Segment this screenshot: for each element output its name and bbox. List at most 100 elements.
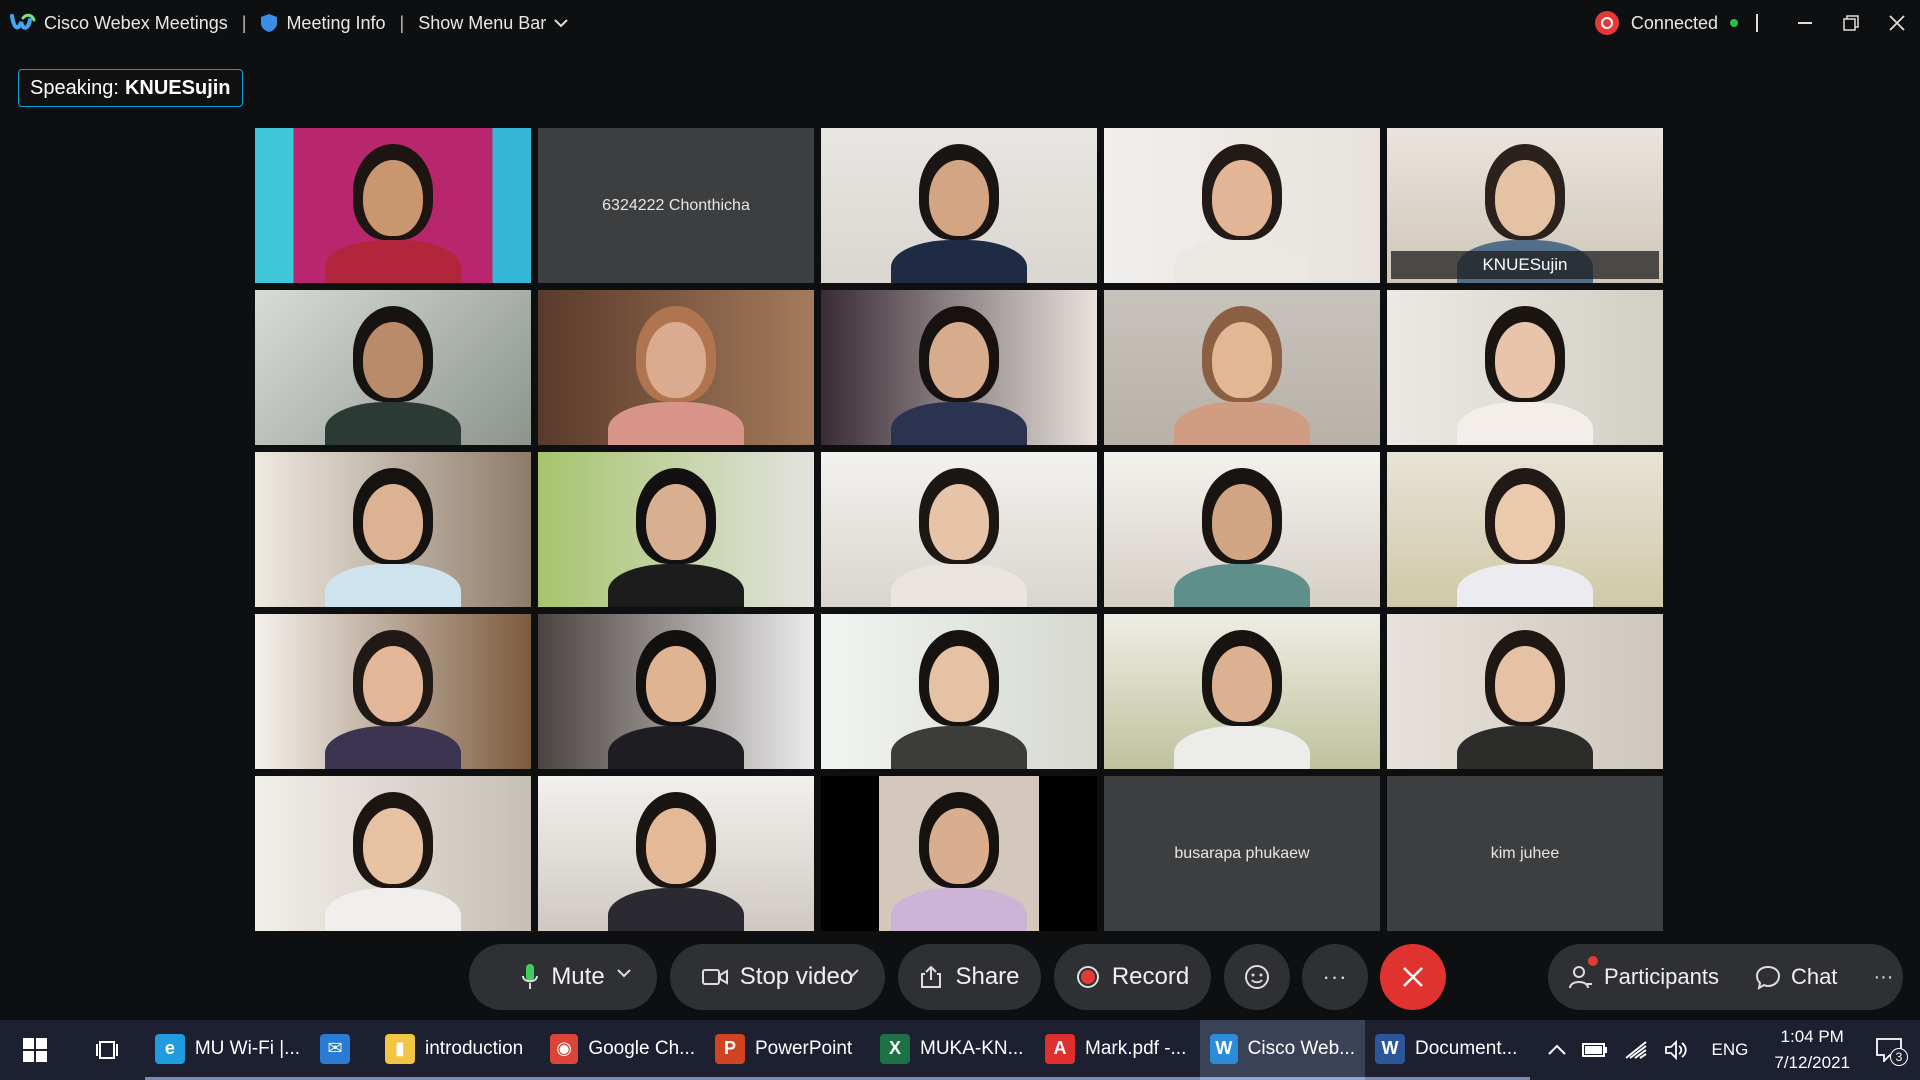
excel-icon: X bbox=[880, 1033, 910, 1064]
participant-tile[interactable] bbox=[538, 614, 814, 769]
notification-count: 3 bbox=[1890, 1048, 1908, 1066]
participant-tile[interactable] bbox=[1104, 128, 1380, 283]
notification-center-button[interactable]: 3 bbox=[1876, 1038, 1908, 1066]
word-icon: W bbox=[1375, 1033, 1405, 1064]
participant-tile[interactable] bbox=[255, 452, 531, 607]
mute-button[interactable]: Mute bbox=[469, 944, 657, 1010]
clock-time: 1:04 PM bbox=[1780, 1027, 1844, 1046]
start-button[interactable] bbox=[0, 1020, 70, 1080]
volume-icon[interactable] bbox=[1664, 1040, 1688, 1060]
record-label: Record bbox=[1111, 963, 1190, 990]
participant-tile[interactable] bbox=[1387, 452, 1663, 607]
wifi-icon[interactable] bbox=[1624, 1040, 1648, 1060]
minimize-button[interactable] bbox=[1782, 0, 1828, 46]
meeting-info-button[interactable]: Meeting Info bbox=[260, 0, 386, 46]
video-feed bbox=[255, 452, 531, 607]
taskbar-apps: e MU Wi-Fi |... ✉ ▮ introduction ◉ Google Ch..… bbox=[145, 1020, 1530, 1080]
participant-tile[interactable] bbox=[821, 614, 1097, 769]
taskbar-item-pdf[interactable]: A Mark.pdf -... bbox=[1035, 1020, 1200, 1080]
chat-button[interactable]: Chat bbox=[1737, 944, 1855, 1010]
taskbar-item-word[interactable]: W Document... bbox=[1365, 1020, 1530, 1080]
participant-tile[interactable] bbox=[1104, 452, 1380, 607]
leave-meeting-button[interactable] bbox=[1380, 944, 1446, 1010]
show-menu-bar-button[interactable]: Show Menu Bar bbox=[418, 0, 568, 46]
title-divider: | bbox=[241, 12, 247, 33]
title-bar: Cisco Webex Meetings | Meeting Info | Sh… bbox=[0, 0, 1920, 46]
video-feed bbox=[255, 128, 531, 283]
participant-tile[interactable] bbox=[1104, 614, 1380, 769]
video-feed bbox=[1387, 290, 1663, 445]
participant-tile[interactable]: 6324222 Chonthicha bbox=[538, 128, 814, 283]
video-feed bbox=[538, 776, 814, 931]
battery-icon[interactable] bbox=[1581, 1042, 1608, 1058]
minimize-icon bbox=[1798, 22, 1812, 24]
participant-tile[interactable] bbox=[821, 452, 1097, 607]
mute-label: Mute bbox=[551, 963, 605, 990]
webex-logo-icon bbox=[10, 13, 36, 30]
microphone-icon bbox=[522, 964, 539, 989]
divider bbox=[1756, 14, 1758, 32]
more-options-button[interactable]: ··· bbox=[1302, 944, 1368, 1010]
taskbar-item-powerpoint[interactable]: P PowerPoint bbox=[705, 1020, 870, 1080]
taskbar-item-mail[interactable]: ✉ bbox=[310, 1020, 375, 1080]
record-icon bbox=[1076, 966, 1099, 988]
share-label: Share bbox=[955, 963, 1020, 990]
participant-tile[interactable] bbox=[1104, 290, 1380, 445]
taskbar-item-folder[interactable]: ▮ introduction bbox=[375, 1020, 540, 1080]
participant-tile[interactable] bbox=[255, 290, 531, 445]
task-view-button[interactable] bbox=[70, 1020, 145, 1080]
reactions-button[interactable] bbox=[1224, 944, 1290, 1010]
language-indicator[interactable]: ENG bbox=[1712, 1040, 1749, 1060]
folder-icon: ▮ bbox=[385, 1033, 415, 1064]
close-window-button[interactable] bbox=[1874, 0, 1920, 46]
participant-tile[interactable] bbox=[538, 290, 814, 445]
close-icon bbox=[1889, 15, 1905, 31]
participant-tile[interactable] bbox=[255, 776, 531, 931]
participant-tile[interactable] bbox=[538, 776, 814, 931]
participant-name: 6324222 Chonthicha bbox=[602, 196, 750, 214]
taskbar-item-webex[interactable]: W Cisco Web... bbox=[1200, 1020, 1365, 1080]
video-feed bbox=[255, 614, 531, 769]
taskbar-item-edge[interactable]: e MU Wi-Fi |... bbox=[145, 1020, 310, 1080]
windows-taskbar: e MU Wi-Fi |... ✉ ▮ introduction ◉ Google Ch..… bbox=[0, 1020, 1920, 1080]
record-button[interactable]: Record bbox=[1054, 944, 1211, 1010]
emoji-icon bbox=[1245, 965, 1269, 989]
participant-tile[interactable] bbox=[255, 128, 531, 283]
taskbar-item-chrome[interactable]: ◉ Google Ch... bbox=[540, 1020, 705, 1080]
share-icon bbox=[921, 965, 942, 988]
more-panels-button[interactable]: ··· bbox=[1855, 944, 1911, 1010]
stop-video-button[interactable]: Stop video bbox=[670, 944, 885, 1010]
clock[interactable]: 1:04 PM 7/12/2021 bbox=[1774, 1024, 1850, 1076]
participant-tile[interactable] bbox=[821, 290, 1097, 445]
video-feed bbox=[821, 452, 1097, 607]
chevron-down-icon[interactable] bbox=[845, 968, 859, 978]
participant-tile[interactable]: KNUESujin bbox=[1387, 128, 1663, 283]
participant-tile[interactable] bbox=[255, 614, 531, 769]
close-icon bbox=[1403, 967, 1423, 987]
video-feed bbox=[821, 614, 1097, 769]
participants-button[interactable]: Participants bbox=[1548, 944, 1737, 1010]
participant-tile[interactable] bbox=[1387, 614, 1663, 769]
more-icon: ··· bbox=[1873, 965, 1894, 988]
taskbar-item-label: PowerPoint bbox=[755, 1037, 853, 1059]
participant-tile[interactable] bbox=[538, 452, 814, 607]
mail-icon: ✉ bbox=[320, 1033, 350, 1064]
video-feed bbox=[1104, 290, 1380, 445]
restore-button[interactable] bbox=[1828, 0, 1874, 46]
participant-tile[interactable]: busarapa phukaew bbox=[1104, 776, 1380, 931]
task-view-icon bbox=[95, 1041, 118, 1059]
participant-tile[interactable] bbox=[1387, 290, 1663, 445]
chevron-down-icon[interactable] bbox=[617, 968, 631, 978]
participant-tile[interactable] bbox=[821, 776, 1097, 931]
more-icon: ··· bbox=[1322, 964, 1348, 989]
chevron-up-icon[interactable] bbox=[1547, 1044, 1566, 1056]
participant-tile[interactable]: kim juhee bbox=[1387, 776, 1663, 931]
participant-tile[interactable] bbox=[821, 128, 1097, 283]
taskbar-item-excel[interactable]: X MUKA-KN... bbox=[870, 1020, 1035, 1080]
video-feed bbox=[538, 614, 814, 769]
stop-video-label: Stop video bbox=[739, 963, 854, 990]
chrome-icon: ◉ bbox=[550, 1033, 579, 1064]
pdf-icon: A bbox=[1045, 1033, 1075, 1064]
windows-icon bbox=[23, 1038, 47, 1062]
share-button[interactable]: Share bbox=[898, 944, 1041, 1010]
